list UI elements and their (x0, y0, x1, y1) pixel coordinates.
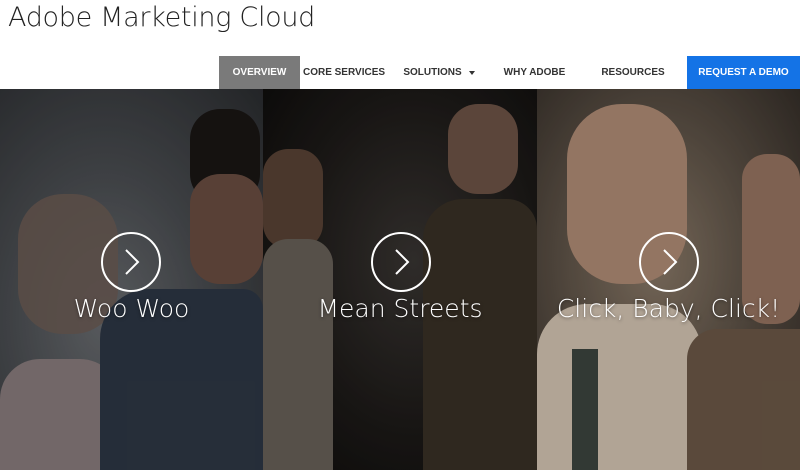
brand-title[interactable]: Adobe Marketing Cloud (8, 2, 315, 33)
video-title: Click, Baby, Click! (556, 294, 781, 323)
nav-item-label: SOLUTIONS (403, 67, 462, 78)
video-title: Woo Woo (73, 294, 190, 323)
play-circle-icon (395, 249, 410, 275)
play-circle-icon (663, 249, 678, 275)
nav-item-overview[interactable]: OVERVIEW (219, 56, 300, 89)
video-panel-woo-woo[interactable]: Woo Woo (0, 89, 263, 470)
site-header: Adobe Marketing Cloud OVERVIEW CORE SERV… (0, 0, 800, 89)
video-hero: Woo Woo Mean Streets Click, Baby, Click! (0, 89, 800, 470)
request-demo-button[interactable]: REQUEST A DEMO (687, 56, 800, 89)
nav-item-label: RESOURCES (601, 67, 665, 78)
nav-item-core-services[interactable]: CORE SERVICES (300, 56, 388, 89)
play-button[interactable] (639, 232, 699, 292)
nav-item-solutions[interactable]: SOLUTIONS (388, 56, 490, 89)
play-circle-icon (125, 249, 140, 275)
video-panel-mean-streets[interactable]: Mean Streets (263, 89, 537, 470)
nav-item-resources[interactable]: RESOURCES (579, 56, 687, 89)
play-button[interactable] (371, 232, 431, 292)
nav-item-label: CORE SERVICES (302, 67, 386, 78)
main-nav: OVERVIEW CORE SERVICES SOLUTIONS WHY ADO… (219, 56, 800, 89)
nav-item-label: OVERVIEW (232, 67, 287, 78)
nav-item-label: WHY ADOBE (503, 67, 566, 78)
nav-item-why-adobe[interactable]: WHY ADOBE (490, 56, 579, 89)
chevron-down-icon (468, 70, 475, 75)
play-button[interactable] (101, 232, 161, 292)
video-panel-click-baby-click[interactable]: Click, Baby, Click! (537, 89, 800, 470)
video-title: Mean Streets (317, 294, 483, 323)
request-demo-label: REQUEST A DEMO (698, 67, 789, 78)
